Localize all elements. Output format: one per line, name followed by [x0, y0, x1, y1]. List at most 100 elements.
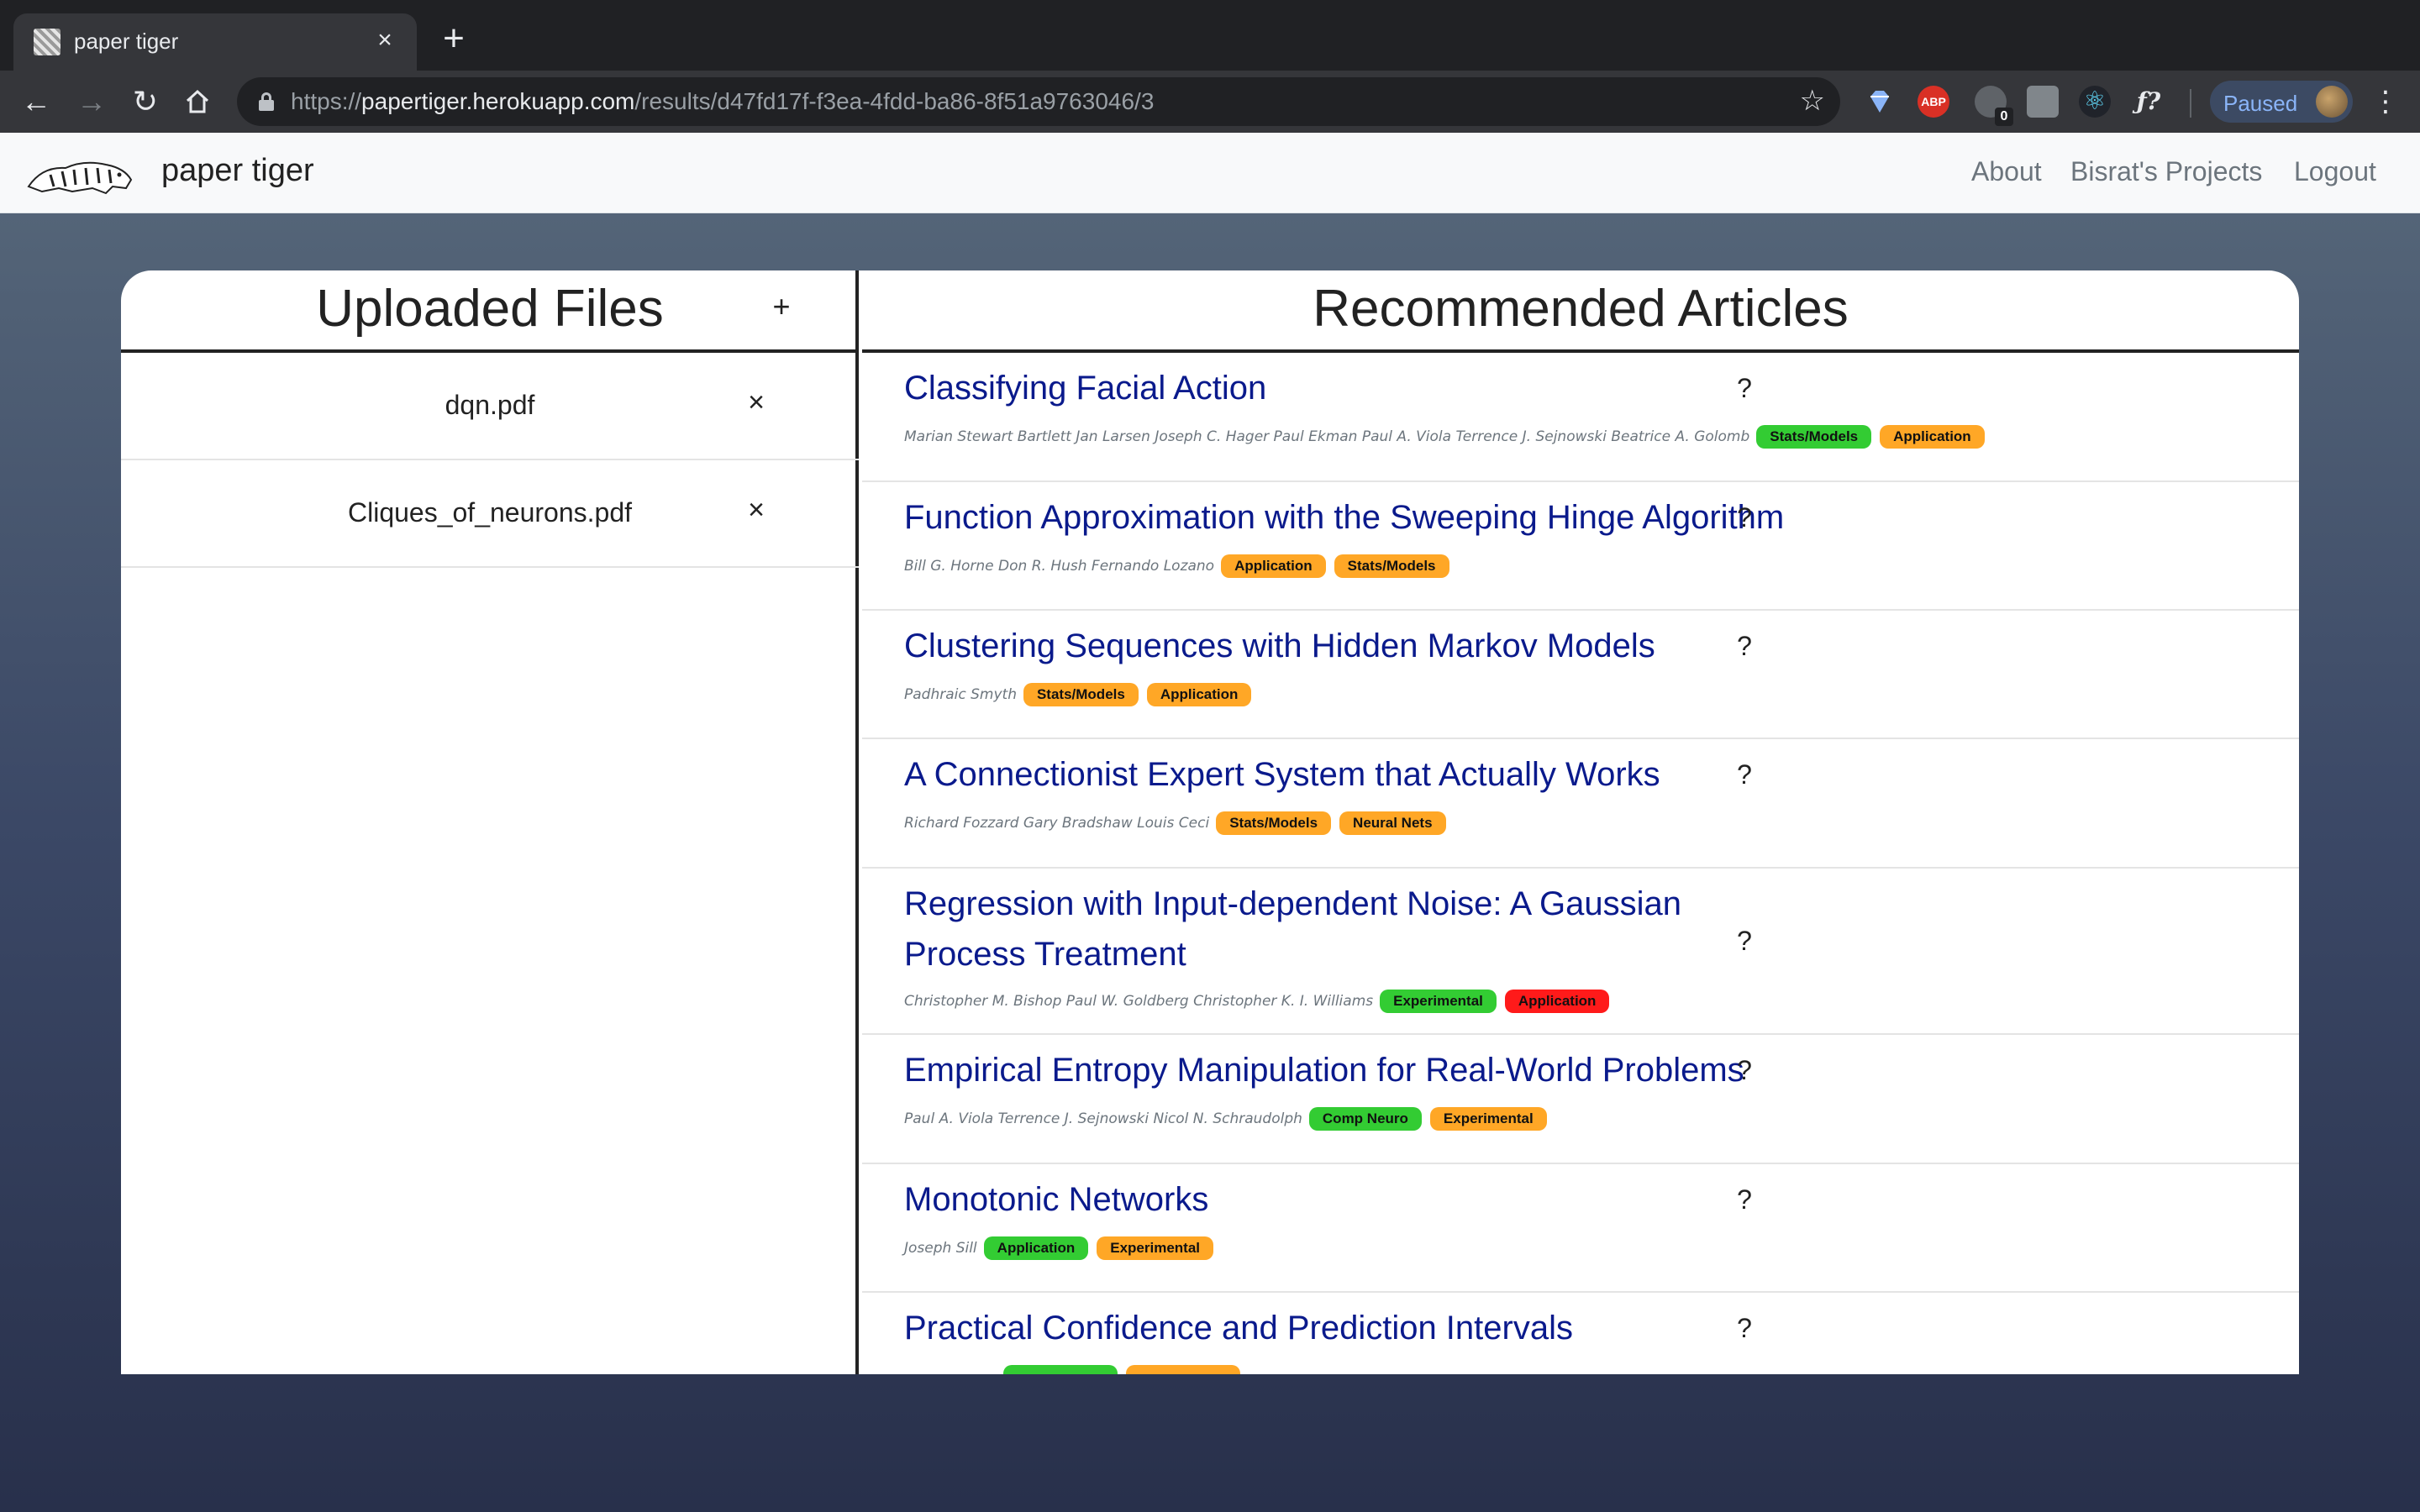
article-title-link[interactable]: Monotonic Networks	[904, 1174, 1812, 1225]
file-row: Cliques_of_neurons.pdf ×	[121, 460, 859, 568]
url-scheme: https://	[291, 88, 362, 114]
topic-tag	[1003, 1365, 1118, 1374]
topic-tag: Stats/Models	[1334, 554, 1449, 578]
page: paper tiger About Bisrat's Projects Logo…	[0, 133, 2420, 1512]
article-meta: Padhraic Smyth Stats/Models Application	[904, 681, 1260, 708]
article-title-link[interactable]: Practical Confidence and Prediction Inte…	[904, 1303, 1812, 1353]
address-bar[interactable]: https://papertiger.herokuapp.com/results…	[237, 77, 1840, 126]
gem-extension-icon[interactable]	[1864, 86, 1896, 118]
recommended-title: Recommended Articles	[1313, 280, 1849, 338]
remove-file-button[interactable]: ×	[739, 386, 773, 419]
lock-icon	[259, 92, 274, 111]
site-navbar: paper tiger About Bisrat's Projects Logo…	[0, 133, 2420, 213]
tab-title: paper tiger	[74, 29, 179, 54]
page-extension-icon[interactable]	[2027, 86, 2059, 118]
article-authors: Marian Stewart Bartlett Jan Larsen Josep…	[904, 428, 1750, 445]
topic-tag: Stats/Models	[1023, 683, 1139, 706]
article-meta: Joseph Sill Application Experimental	[904, 1235, 1222, 1262]
article-authors: Padhraic Smyth	[904, 686, 1017, 703]
article-authors: Joseph Sill	[904, 1240, 977, 1257]
adblock-extension-icon[interactable]: ABP	[1918, 86, 1949, 118]
url-host: papertiger.herokuapp.com	[361, 88, 635, 114]
article-meta: Bill G. Horne Don R. Hush Fernando Lozan…	[904, 553, 1458, 580]
uploaded-files-panel: Uploaded Files + dqn.pdf × Cliques_of_ne…	[121, 270, 859, 1374]
article-title-link[interactable]: A Connectionist Expert System that Actua…	[904, 749, 1812, 800]
article-title-link[interactable]: Regression with Input-dependent Noise: A…	[904, 879, 1795, 979]
topic-tag: Application	[1221, 554, 1326, 578]
tiger-logo-icon[interactable]	[25, 150, 136, 197]
article-help-button[interactable]: ?	[1728, 759, 1761, 790]
article-row: Regression with Input-dependent Noise: A…	[862, 869, 2299, 1035]
add-file-button[interactable]: +	[766, 289, 797, 324]
results-card: Uploaded Files + dqn.pdf × Cliques_of_ne…	[121, 270, 2299, 1374]
shield-extension-icon[interactable]: 0	[1975, 86, 2013, 126]
uploaded-files-title: Uploaded Files	[316, 280, 664, 338]
browser-menu-icon[interactable]: ⋮	[2371, 79, 2400, 124]
topic-tag: Application	[1880, 425, 1985, 449]
article-row: Empirical Entropy Manipulation for Real-…	[862, 1035, 2299, 1164]
article-help-button[interactable]: ?	[1728, 373, 1761, 404]
article-title-link[interactable]: Clustering Sequences with Hidden Markov …	[904, 621, 1812, 671]
url-path: /results/d47fd17f-f3ea-4fdd-ba86-8f51a97…	[634, 88, 1155, 114]
recommended-header: Recommended Articles	[862, 270, 2299, 353]
article-help-button[interactable]: ?	[1728, 1313, 1761, 1344]
article-help-button[interactable]: ?	[1728, 631, 1761, 662]
profile-button[interactable]: Paused	[2210, 81, 2353, 123]
article-help-button[interactable]: ?	[1728, 1184, 1761, 1215]
topic-tag	[1126, 1365, 1240, 1374]
topic-tag: Stats/Models	[1756, 425, 1872, 449]
topic-tag: Application	[983, 1236, 1089, 1260]
browser-tab[interactable]: paper tiger ×	[13, 13, 417, 71]
nav-link-logout[interactable]: Logout	[2294, 156, 2376, 187]
uploaded-files-header: Uploaded Files +	[121, 270, 859, 353]
back-arrow-icon[interactable]: ←	[17, 82, 55, 121]
article-authors: Bill G. Horne Don R. Hush Fernando Lozan…	[904, 558, 1215, 575]
article-meta: Christopher M. Bishop Paul W. Goldberg C…	[904, 988, 1618, 1015]
article-help-button[interactable]: ?	[1728, 926, 1761, 957]
article-title-link[interactable]: Function Approximation with the Sweeping…	[904, 492, 1812, 543]
article-help-button[interactable]: ?	[1728, 502, 1761, 533]
article-meta: Paul A. Viola Terrence J. Sejnowski Nico…	[904, 1105, 1555, 1132]
article-meta	[904, 1363, 1249, 1374]
nav-link-about[interactable]: About	[1971, 156, 2042, 187]
toolbar-separator	[2190, 89, 2191, 118]
react-devtools-icon[interactable]: ⚛	[2079, 86, 2111, 118]
topic-tag: Experimental	[1097, 1236, 1213, 1260]
browser-toolbar: ← → ↻ https://papertiger.herokuapp.com/r…	[0, 71, 2420, 133]
forward-arrow-icon[interactable]: →	[72, 82, 111, 121]
article-authors: Richard Fozzard Gary Bradshaw Louis Ceci	[904, 815, 1210, 832]
topic-tag: Application	[1146, 683, 1252, 706]
url-text[interactable]: https://papertiger.herokuapp.com/results…	[291, 88, 1154, 115]
article-row: Monotonic Networks ? Joseph Sill Applica…	[862, 1164, 2299, 1293]
home-icon[interactable]	[178, 82, 217, 121]
article-meta: Marian Stewart Bartlett Jan Larsen Josep…	[904, 423, 1993, 450]
avatar	[2316, 86, 2348, 118]
topic-tag: Comp Neuro	[1308, 1107, 1422, 1131]
topic-tag: Application	[1504, 990, 1610, 1013]
article-title-link[interactable]: Classifying Facial Action	[904, 363, 1812, 413]
nav-link-projects[interactable]: Bisrat's Projects	[2070, 156, 2262, 187]
new-tab-button[interactable]: +	[435, 20, 472, 59]
article-title-link[interactable]: Empirical Entropy Manipulation for Real-…	[904, 1045, 1812, 1095]
favicon-icon	[34, 29, 60, 55]
reload-icon[interactable]: ↻	[126, 82, 165, 121]
topic-tag: Experimental	[1380, 990, 1497, 1013]
tab-close-icon[interactable]: ×	[368, 24, 402, 57]
article-row: Function Approximation with the Sweeping…	[862, 482, 2299, 611]
article-row: Practical Confidence and Prediction Inte…	[862, 1293, 2299, 1374]
browser-tabstrip: paper tiger × +	[0, 0, 2420, 71]
article-meta: Richard Fozzard Gary Bradshaw Louis Ceci…	[904, 810, 1455, 837]
topic-tag: Neural Nets	[1339, 811, 1446, 835]
article-row: Clustering Sequences with Hidden Markov …	[862, 611, 2299, 739]
extension-badge: 0	[1995, 108, 2013, 126]
remove-file-button[interactable]: ×	[739, 494, 773, 527]
brand-name[interactable]: paper tiger	[161, 153, 314, 189]
topic-tag: Stats/Models	[1216, 811, 1332, 835]
bookmark-star-icon[interactable]: ☆	[1800, 84, 1825, 118]
profile-label: Paused	[2223, 91, 2298, 116]
topic-tag: Experimental	[1429, 1107, 1547, 1131]
file-row: dqn.pdf ×	[121, 353, 859, 460]
article-help-button[interactable]: ?	[1728, 1055, 1761, 1086]
article-row: A Connectionist Expert System that Actua…	[862, 739, 2299, 869]
function-extension-icon[interactable]: ƒ?	[2133, 86, 2165, 118]
